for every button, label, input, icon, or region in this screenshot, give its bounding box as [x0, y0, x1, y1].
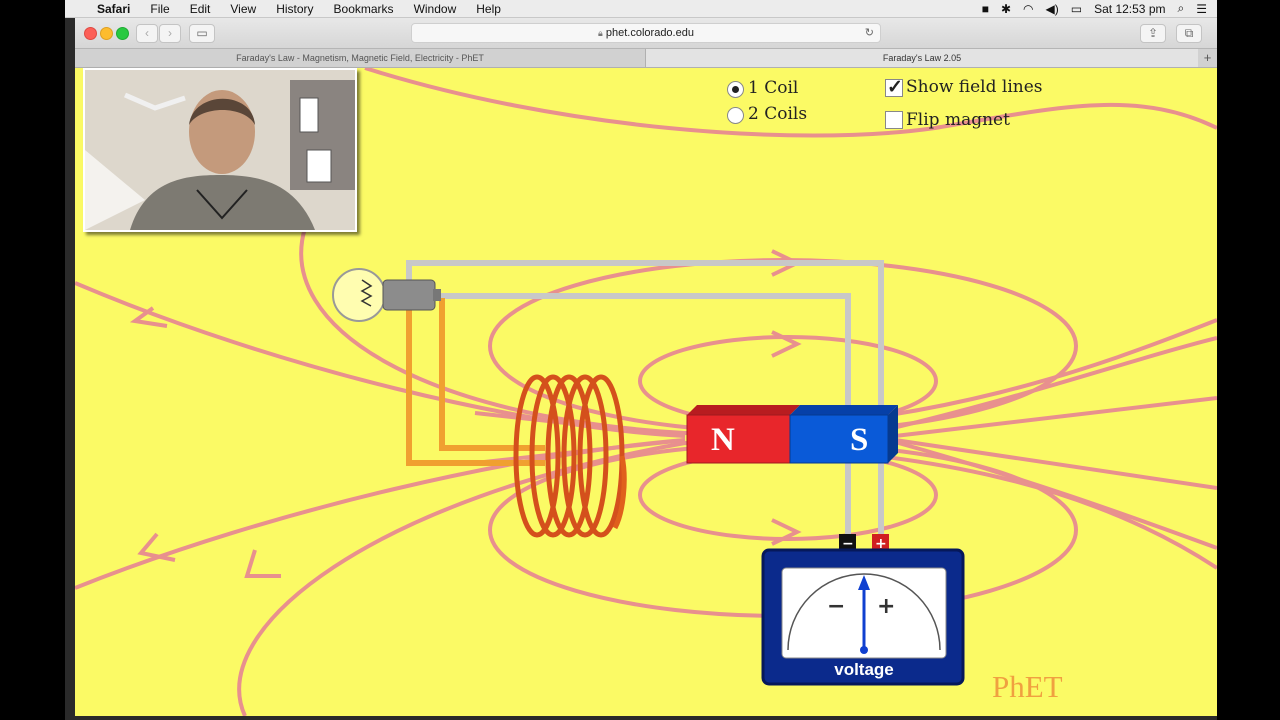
- voltmeter: − + − + voltage: [761, 534, 965, 686]
- bulb-glass: [332, 268, 386, 322]
- new-tab-icon[interactable]: +: [1198, 49, 1217, 67]
- needle-pivot: [860, 646, 868, 654]
- one-coil-radio[interactable]: [727, 81, 744, 98]
- south-pole-label: S: [850, 422, 868, 458]
- bar-magnet[interactable]: N S: [686, 405, 898, 464]
- spotlight-search-icon[interactable]: ⌕: [1178, 1, 1185, 16]
- webcam-frame: [299, 97, 319, 133]
- flip-magnet-label[interactable]: Flip magnet: [906, 110, 1010, 130]
- magnet-south: [789, 414, 889, 464]
- zoom-window-button[interactable]: [116, 27, 129, 40]
- flip-magnet-checkbox[interactable]: [885, 111, 903, 129]
- wire-coil: [513, 374, 627, 538]
- bluetooth-icon[interactable]: ✱: [1001, 2, 1011, 16]
- field-arrow: [244, 549, 281, 578]
- two-coils-radio[interactable]: [727, 107, 744, 124]
- browser-toolbar: ‹ › ▭ 🔒︎ phet.colorado.edu ↻ ⇪ ⧉: [75, 18, 1217, 49]
- show-tabs-icon[interactable]: ⧉: [1176, 24, 1202, 43]
- status-area: ■ ✱ ◠ ◀) ▭ Sat 12:53 pm ⌕ ☰: [982, 0, 1207, 17]
- menu-bookmarks[interactable]: Bookmarks: [324, 2, 404, 16]
- wire-outer: [406, 260, 884, 543]
- magnet-south-top: [790, 405, 898, 415]
- address-bar[interactable]: 🔒︎ phet.colorado.edu ↻: [411, 23, 881, 43]
- share-icon[interactable]: ⇪: [1140, 24, 1166, 43]
- magnet-north-top: [687, 405, 800, 415]
- magnet-north: [686, 414, 791, 464]
- close-window-button[interactable]: [84, 27, 97, 40]
- reload-icon[interactable]: ↻: [865, 24, 874, 42]
- wire-coil-inner: [439, 298, 545, 451]
- north-pole-label: N: [711, 422, 735, 458]
- menu-edit[interactable]: Edit: [180, 2, 221, 16]
- sidebar-toggle-icon[interactable]: ▭: [189, 24, 215, 43]
- field-arrow: [137, 532, 176, 562]
- volume-icon[interactable]: ◀): [1046, 2, 1059, 16]
- voltmeter-label: voltage: [834, 660, 894, 679]
- menu-history[interactable]: History: [266, 2, 323, 16]
- webcam-frame: [306, 149, 332, 183]
- one-coil-label[interactable]: 1 Coil: [748, 78, 798, 98]
- menu-bar: Safari File Edit View History Bookmarks …: [65, 0, 1217, 18]
- camera-icon[interactable]: ■: [982, 2, 989, 16]
- dial-minus-label: −: [827, 594, 845, 619]
- notification-center-icon[interactable]: ☰: [1196, 2, 1207, 16]
- light-bulb: [332, 268, 441, 322]
- lock-icon: 🔒︎: [598, 28, 603, 38]
- forward-button[interactable]: ›: [159, 24, 181, 43]
- menu-file[interactable]: File: [140, 2, 179, 16]
- tab-faradays-law-article[interactable]: Faraday's Law - Magnetism, Magnetic Fiel…: [75, 49, 646, 67]
- app-menu[interactable]: Safari: [87, 2, 140, 16]
- dial-plus-label: +: [877, 594, 895, 619]
- two-coils-label[interactable]: 2 Coils: [748, 104, 807, 124]
- checkmark-icon: ✓: [887, 77, 903, 98]
- battery-icon[interactable]: ▭: [1071, 2, 1082, 16]
- wire-coil-outer: [406, 298, 545, 466]
- field-line-outer-bottom: [237, 440, 1217, 716]
- phet-logo[interactable]: PhET: [992, 669, 1063, 705]
- webcam-overlay: [83, 68, 357, 232]
- wifi-icon[interactable]: ◠: [1023, 2, 1033, 16]
- magnet-south-side: [888, 405, 898, 463]
- clock[interactable]: Sat 12:53 pm: [1094, 2, 1165, 16]
- webcam-image: [85, 70, 355, 230]
- screen: Safari File Edit View History Bookmarks …: [65, 0, 1217, 720]
- bulb-base: [382, 279, 436, 311]
- circuit-wires: [406, 260, 884, 543]
- bulb-tip: [433, 289, 441, 301]
- menu-help[interactable]: Help: [466, 2, 511, 16]
- show-field-lines-checkbox[interactable]: ✓: [885, 77, 903, 98]
- tab-faradays-law-sim[interactable]: Faraday's Law 2.05: [646, 49, 1198, 67]
- url-text: phet.colorado.edu: [605, 27, 694, 39]
- menu-window[interactable]: Window: [404, 2, 467, 16]
- menu-view[interactable]: View: [220, 2, 266, 16]
- tab-bar: Faraday's Law - Magnetism, Magnetic Fiel…: [75, 49, 1217, 68]
- minimize-window-button[interactable]: [100, 27, 113, 40]
- show-field-lines-label[interactable]: Show field lines: [906, 77, 1043, 97]
- back-button[interactable]: ‹: [136, 24, 158, 43]
